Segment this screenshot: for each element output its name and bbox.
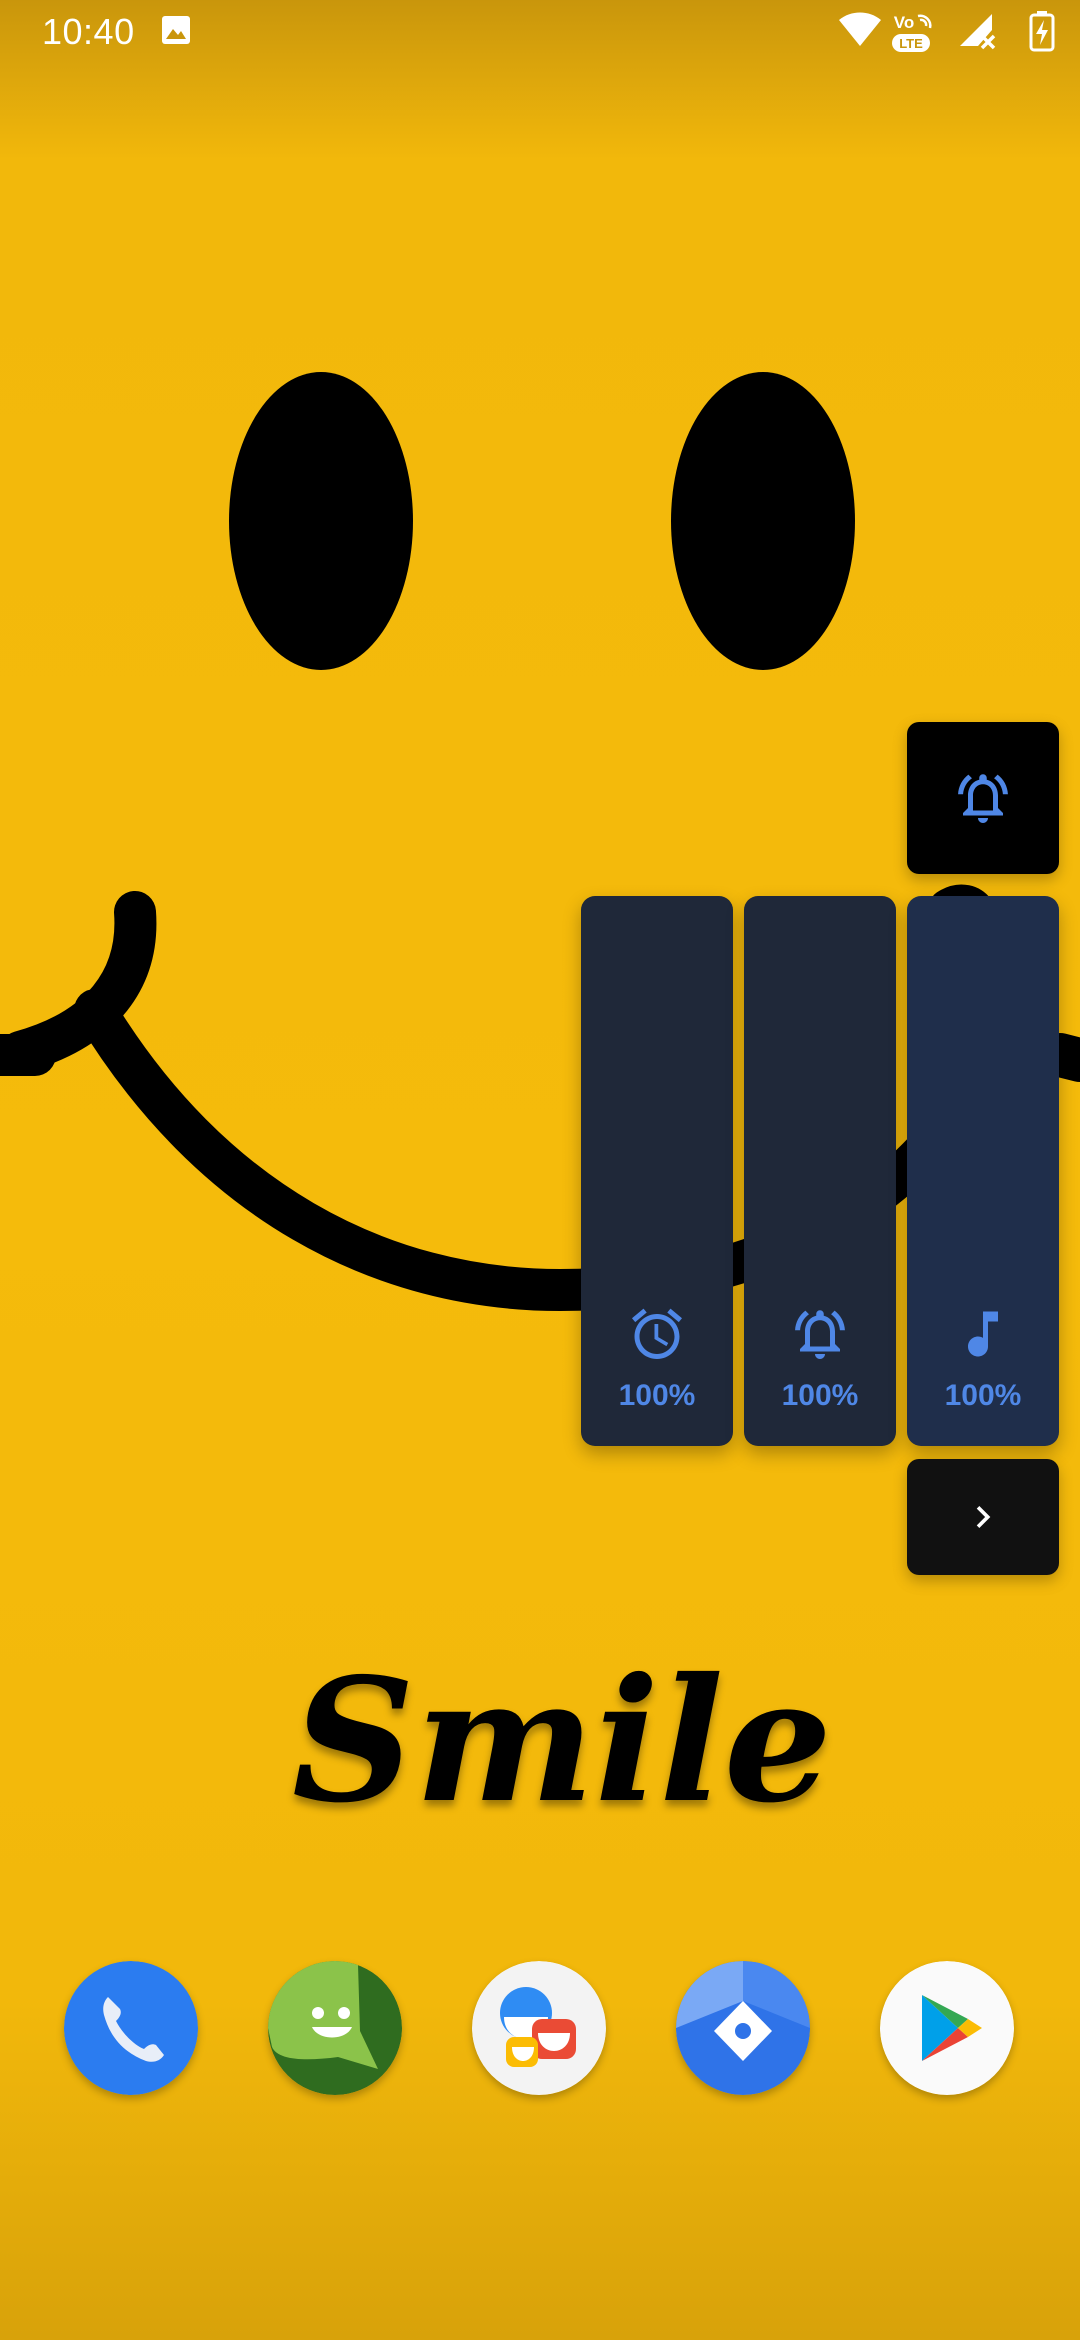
phone-app-icon[interactable]: [64, 1961, 198, 2095]
allo-chat-app-icon[interactable]: [472, 1961, 606, 2095]
media-volume-percent: 100%: [944, 1379, 1022, 1412]
gallery-notification-icon: [160, 14, 192, 51]
ring-volume-slider[interactable]: 100%: [744, 896, 896, 1446]
ringer-mode-button[interactable]: [907, 722, 1059, 874]
status-bar: 10:40 Vo LTE: [0, 0, 1080, 64]
alarm-volume-slider[interactable]: 100%: [581, 896, 733, 1446]
no-signal-icon: [960, 14, 996, 50]
bell-ringing-icon: [958, 774, 1008, 823]
ring-volume-percent: 100%: [781, 1379, 859, 1412]
volume-settings-expand-button[interactable]: [907, 1459, 1059, 1575]
right-eye: [671, 372, 855, 670]
status-time: 10:40: [42, 11, 135, 52]
chevron-right-icon: [976, 1506, 991, 1528]
media-volume-slider[interactable]: 100%: [907, 896, 1059, 1446]
alarm-volume-percent: 100%: [618, 1379, 696, 1412]
music-note-icon: [907, 1304, 1059, 1364]
bell-ringing-icon: [744, 1304, 896, 1364]
messaging-app-icon[interactable]: [268, 1961, 402, 2095]
files-app-icon[interactable]: [676, 1961, 810, 2095]
wifi-icon: [839, 12, 881, 46]
battery-charging-icon: [1029, 11, 1055, 52]
alarm-clock-icon: [581, 1304, 733, 1364]
volte-lte-icon: Vo LTE: [892, 13, 932, 52]
svg-text:LTE: LTE: [899, 36, 923, 51]
play-store-app-icon[interactable]: [880, 1961, 1014, 2095]
smile-text: Smile: [292, 1641, 832, 1841]
left-eye: [229, 372, 413, 670]
svg-text:Vo: Vo: [894, 13, 914, 32]
